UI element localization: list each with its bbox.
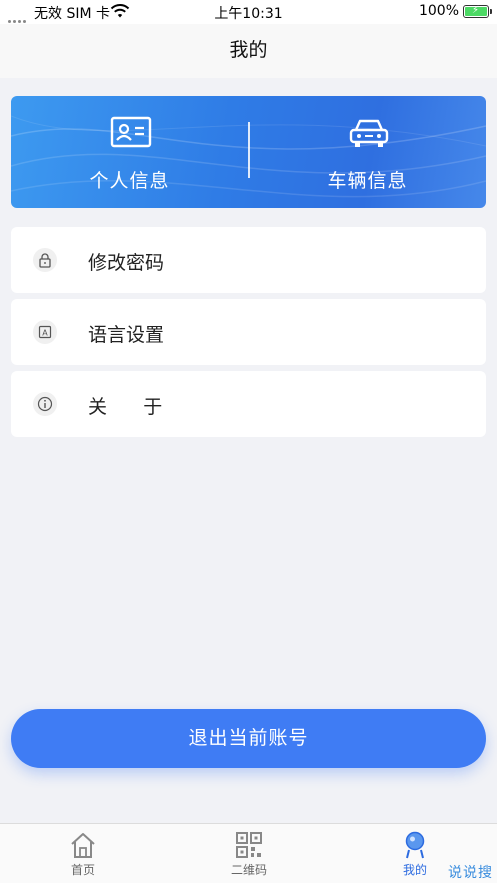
qrcode-icon [236,832,262,858]
profile-hero-card: 个人信息 车辆信息 [11,96,486,208]
personal-info-label: 个人信息 [89,170,170,192]
menu-item-label: 语言设置 [88,324,165,346]
vehicle-info-button[interactable]: 车辆信息 [249,96,486,208]
tab-label: 二维码 [230,863,267,877]
tab-qrcode[interactable]: 二维码 [166,824,332,883]
logout-button[interactable]: 退出当前账号 [11,709,486,768]
id-card-icon [110,116,152,148]
lock-icon [33,248,57,272]
info-icon [33,392,57,416]
page-title: 我的 [229,39,268,61]
menu-item-label: 关 于 [88,396,163,418]
change-password-item[interactable]: 修改密码 [11,227,486,293]
battery-percent: 100% [418,3,459,19]
about-item[interactable]: 关 于 [11,371,486,437]
vehicle-info-label: 车辆信息 [327,170,408,192]
language-settings-item[interactable]: A 语言设置 [11,299,486,365]
tab-label: 首页 [70,863,95,877]
menu-item-label: 修改密码 [88,252,165,274]
tab-home[interactable]: 首页 [0,824,166,883]
tab-bar: 首页 二维码 我的 [0,823,497,883]
nav-bar: 我的 [0,24,497,78]
svg-text:A: A [42,329,48,338]
car-icon [349,119,389,147]
battery-icon: ⚡ [463,5,492,18]
personal-info-button[interactable]: 个人信息 [11,96,248,208]
language-icon: A [33,320,57,344]
status-bar: 无效 SIM 卡 上午10:31 100% ⚡ [0,0,497,24]
watermark-logo: 说说搜 [448,865,493,881]
home-icon [71,833,95,858]
profile-icon [405,831,425,859]
